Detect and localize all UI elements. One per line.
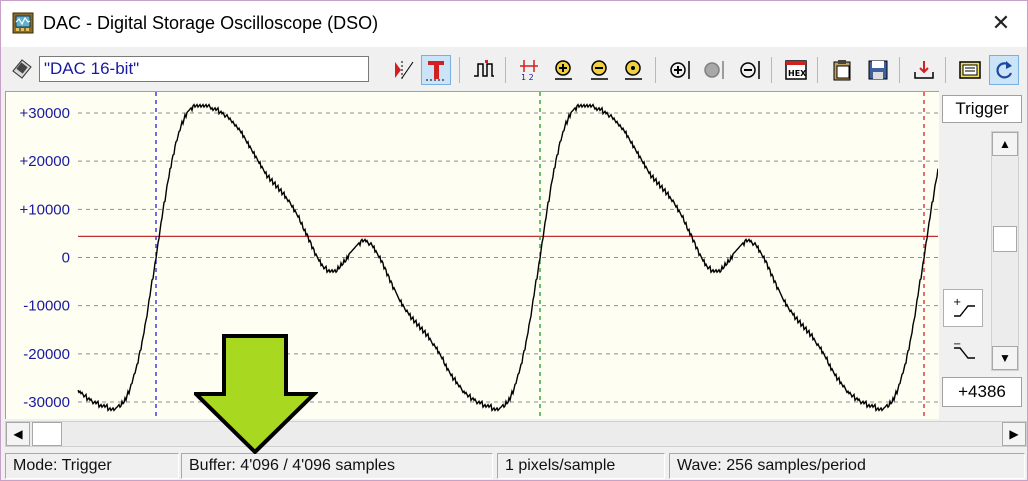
time-scroll-thumb[interactable] bbox=[32, 422, 62, 446]
zoom-in-button[interactable] bbox=[549, 55, 579, 85]
falling-edge-icon: − bbox=[953, 339, 975, 359]
waveform-display[interactable]: +30000 +20000 +10000 0 -10000 -20000 -30000 bbox=[6, 92, 938, 418]
trigger-panel: Trigger ▲ ▼ + − +4386 bbox=[939, 91, 1027, 419]
y-tick-label: -10000 bbox=[23, 298, 70, 315]
trigger-level-value[interactable]: +4386 bbox=[942, 377, 1022, 407]
save-button[interactable] bbox=[863, 55, 893, 85]
signal-source-icon[interactable] bbox=[10, 57, 34, 79]
svg-text:HEX: HEX bbox=[788, 69, 807, 78]
v-zoom-out-icon bbox=[740, 61, 760, 79]
trigger-level-scrollbar[interactable]: ▲ ▼ bbox=[991, 131, 1019, 371]
cursors-icon: 1 2 bbox=[520, 60, 538, 82]
title-bar: DAC - Digital Storage Oscilloscope (DSO)… bbox=[1, 1, 1027, 47]
status-buffer: Buffer: 4'096 / 4'096 samples bbox=[181, 453, 493, 479]
y-tick-label: +10000 bbox=[20, 201, 70, 218]
v-zoom-in-icon bbox=[670, 61, 690, 79]
status-zoom: 1 pixels/sample bbox=[497, 453, 665, 479]
window-title: DAC - Digital Storage Oscilloscope (DSO) bbox=[43, 13, 379, 33]
v-zoom-fit-button[interactable] bbox=[699, 55, 729, 85]
display-button[interactable] bbox=[955, 55, 985, 85]
trigger-level-thumb[interactable] bbox=[993, 226, 1017, 252]
signal-source-input[interactable] bbox=[39, 56, 369, 82]
y-tick-label: +20000 bbox=[20, 153, 70, 170]
rising-edge-button[interactable]: + bbox=[943, 289, 983, 327]
zoom-in-icon bbox=[555, 60, 572, 80]
zoom-out-button[interactable] bbox=[585, 55, 615, 85]
annotation-arrow-icon bbox=[194, 334, 318, 454]
scope-plot[interactable]: +30000 +20000 +10000 0 -10000 -20000 -30000 bbox=[5, 91, 939, 419]
dso-window: DAC - Digital Storage Oscilloscope (DSO)… bbox=[0, 0, 1028, 481]
status-wave: Wave: 256 samples/period bbox=[669, 453, 1025, 479]
zoom-reset-icon bbox=[625, 60, 642, 80]
toolbar-separator bbox=[945, 57, 946, 83]
y-tick-label: +30000 bbox=[20, 105, 70, 122]
zoom-out-icon bbox=[591, 60, 608, 80]
svg-text:1 2: 1 2 bbox=[521, 73, 534, 82]
hex-icon: HEX bbox=[785, 60, 807, 80]
toolbar-separator bbox=[899, 57, 900, 83]
clipboard-icon bbox=[833, 60, 851, 81]
square-wave-icon bbox=[474, 60, 494, 77]
svg-text:+: + bbox=[953, 297, 961, 308]
cursor-button[interactable]: 1 2 bbox=[515, 55, 545, 85]
toolbar-separator bbox=[655, 57, 656, 83]
v-zoom-in-button[interactable] bbox=[665, 55, 695, 85]
hex-display-button[interactable]: HEX bbox=[781, 55, 811, 85]
trigger-edge-button[interactable] bbox=[389, 55, 419, 85]
zoom-reset-button[interactable] bbox=[619, 55, 649, 85]
trigger-label: Trigger bbox=[942, 95, 1022, 123]
status-mode: Mode: Trigger bbox=[5, 453, 179, 479]
toolbar: 1 2 HEX bbox=[1, 47, 1027, 91]
oscilloscope-app-icon bbox=[12, 12, 34, 34]
close-icon[interactable]: ✕ bbox=[989, 11, 1013, 35]
download-icon bbox=[914, 61, 934, 79]
trigger-mode-button[interactable] bbox=[421, 55, 451, 85]
falling-edge-button[interactable]: − bbox=[943, 331, 983, 369]
v-zoom-out-button[interactable] bbox=[735, 55, 765, 85]
y-tick-label: -30000 bbox=[23, 394, 70, 411]
display-icon bbox=[959, 61, 981, 79]
scroll-up-icon[interactable]: ▲ bbox=[992, 132, 1018, 156]
copy-button[interactable] bbox=[827, 55, 857, 85]
trigger-marker-icon bbox=[395, 61, 414, 79]
scroll-down-icon[interactable]: ▼ bbox=[992, 346, 1018, 370]
toolbar-separator bbox=[505, 57, 506, 83]
status-bar: Mode: Trigger Buffer: 4'096 / 4'096 samp… bbox=[1, 451, 1027, 480]
toolbar-separator bbox=[771, 57, 772, 83]
refresh-icon bbox=[996, 61, 1013, 79]
v-zoom-fit-icon bbox=[704, 61, 724, 79]
y-tick-label: -20000 bbox=[23, 346, 70, 363]
y-tick-label: 0 bbox=[62, 250, 70, 267]
export-button[interactable] bbox=[909, 55, 939, 85]
signal-generator-button[interactable] bbox=[469, 55, 499, 85]
time-scrollbar[interactable]: ◀ ▶ bbox=[5, 421, 1027, 447]
rising-edge-icon: + bbox=[953, 297, 975, 317]
scroll-right-icon[interactable]: ▶ bbox=[1002, 422, 1026, 446]
trigger-t-icon bbox=[426, 61, 446, 81]
refresh-button[interactable] bbox=[989, 55, 1019, 85]
toolbar-separator bbox=[817, 57, 818, 83]
scroll-left-icon[interactable]: ◀ bbox=[6, 422, 30, 446]
floppy-disk-icon bbox=[868, 60, 888, 80]
toolbar-separator bbox=[459, 57, 460, 83]
